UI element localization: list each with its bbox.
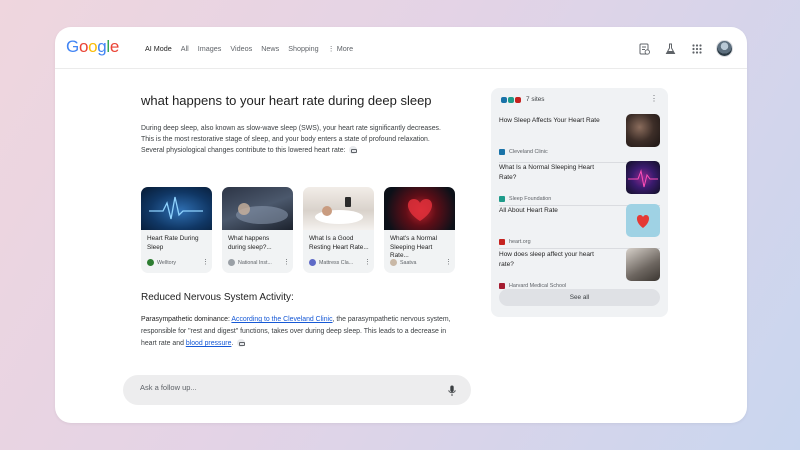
history-icon[interactable] — [638, 42, 651, 55]
browser-window: Google AI Mode All Images Videos News Sh… — [55, 27, 747, 423]
card-source: Saatva — [400, 259, 417, 266]
labs-flask-icon[interactable] — [664, 42, 677, 55]
answer-paragraph: Parasympathetic dominance: According to … — [141, 314, 461, 350]
blood-pressure-link[interactable]: blood pressure — [186, 340, 232, 347]
sources-count: 7 sites — [526, 96, 545, 103]
source-site: Sleep Foundation — [509, 196, 552, 202]
search-tabs: AI Mode All Images Videos News Shopping … — [145, 44, 353, 53]
citation-link-icon[interactable] — [349, 146, 358, 155]
source-thumbnail — [626, 204, 660, 237]
source-site: heart.org — [509, 239, 531, 245]
top-bar: Google AI Mode All Images Videos News Sh… — [55, 27, 747, 69]
answer-intro: During deep sleep, also known as slow-wa… — [141, 123, 451, 156]
source-thumbnail — [626, 248, 660, 281]
more-options-icon[interactable]: ⋮ — [364, 259, 371, 266]
card-title: What happens during sleep?... — [228, 235, 272, 251]
source-item[interactable]: What Is a Normal Sleeping Heart Rate? Sl… — [499, 161, 660, 207]
answer-intro-text: During deep sleep, also known as slow-wa… — [141, 125, 441, 154]
source-favicon — [228, 259, 235, 266]
paragraph-end: . — [231, 340, 234, 347]
card-title: Heart Rate During Sleep — [147, 235, 199, 251]
cleveland-clinic-link[interactable]: According to the Cleveland Clinic — [231, 316, 332, 323]
source-item[interactable]: How does sleep affect your heart rate? H… — [499, 248, 660, 294]
more-options-icon[interactable]: ⋮ — [283, 259, 290, 266]
avatar[interactable] — [716, 40, 733, 57]
tab-more[interactable]: ⋮ More — [328, 44, 354, 53]
source-favicon — [499, 239, 505, 245]
card-source: Mattress Cla... — [319, 259, 354, 266]
source-title: How does sleep affect your heart rate? — [499, 251, 594, 268]
source-item[interactable]: All About Heart Rate heart.org — [499, 204, 660, 250]
card-thumbnail — [303, 187, 374, 230]
more-options-icon[interactable]: ⋮ — [445, 259, 452, 266]
card-title: What Is a Good Resting Heart Rate... — [309, 235, 369, 251]
card-source: Welltory — [157, 259, 177, 266]
source-favicon — [309, 259, 316, 266]
paragraph-lead: Parasympathetic dominance: — [141, 316, 230, 323]
source-thumbnail — [626, 114, 660, 147]
tab-ai-mode[interactable]: AI Mode — [145, 44, 172, 53]
source-favicons — [501, 96, 521, 103]
tab-shopping[interactable]: Shopping — [288, 44, 318, 53]
source-thumbnail — [626, 161, 660, 194]
follow-up-box[interactable] — [123, 375, 471, 405]
card-thumbnail — [141, 187, 212, 230]
citation-link-icon[interactable] — [237, 339, 246, 348]
source-site: Cleveland Clinic — [509, 149, 548, 155]
tab-all[interactable]: All — [181, 44, 189, 53]
card-source: National Inst... — [238, 259, 272, 266]
tab-news[interactable]: News — [261, 44, 279, 53]
tab-images[interactable]: Images — [198, 44, 222, 53]
section-heading: Reduced Nervous System Activity: — [141, 292, 294, 303]
see-all-button[interactable]: See all — [499, 289, 660, 306]
sources-panel: 7 sites ⋮ How Sleep Affects Your Heart R… — [491, 88, 668, 317]
more-options-icon[interactable]: ⋮ — [650, 94, 658, 103]
microphone-icon[interactable] — [448, 384, 456, 396]
source-favicon — [390, 259, 397, 266]
google-logo[interactable]: Google — [66, 37, 119, 57]
media-card[interactable]: Heart Rate During Sleep Welltory ⋮ — [141, 187, 212, 273]
media-card[interactable]: What's a Normal Sleeping Heart Rate... S… — [384, 187, 455, 273]
source-favicon — [499, 283, 505, 289]
source-favicon — [499, 196, 505, 202]
more-options-icon[interactable]: ⋮ — [202, 259, 209, 266]
apps-grid-icon[interactable] — [690, 42, 703, 55]
source-favicon — [499, 149, 505, 155]
media-card[interactable]: What Is a Good Resting Heart Rate... Mat… — [303, 187, 374, 273]
source-title: How Sleep Affects Your Heart Rate — [499, 117, 600, 124]
source-favicon — [147, 259, 154, 266]
follow-up-input[interactable] — [140, 383, 420, 392]
source-title: What Is a Normal Sleeping Heart Rate? — [499, 164, 595, 181]
card-title: What's a Normal Sleeping Heart Rate... — [390, 235, 438, 259]
media-card[interactable]: What happens during sleep?... National I… — [222, 187, 293, 273]
query-heading: what happens to your heart rate during d… — [141, 93, 432, 108]
source-title: All About Heart Rate — [499, 207, 558, 214]
media-cards: Heart Rate During Sleep Welltory ⋮ What … — [141, 187, 455, 273]
tab-videos[interactable]: Videos — [230, 44, 252, 53]
card-thumbnail — [384, 187, 455, 230]
source-item[interactable]: How Sleep Affects Your Heart Rate Clevel… — [499, 114, 660, 160]
card-thumbnail — [222, 187, 293, 230]
